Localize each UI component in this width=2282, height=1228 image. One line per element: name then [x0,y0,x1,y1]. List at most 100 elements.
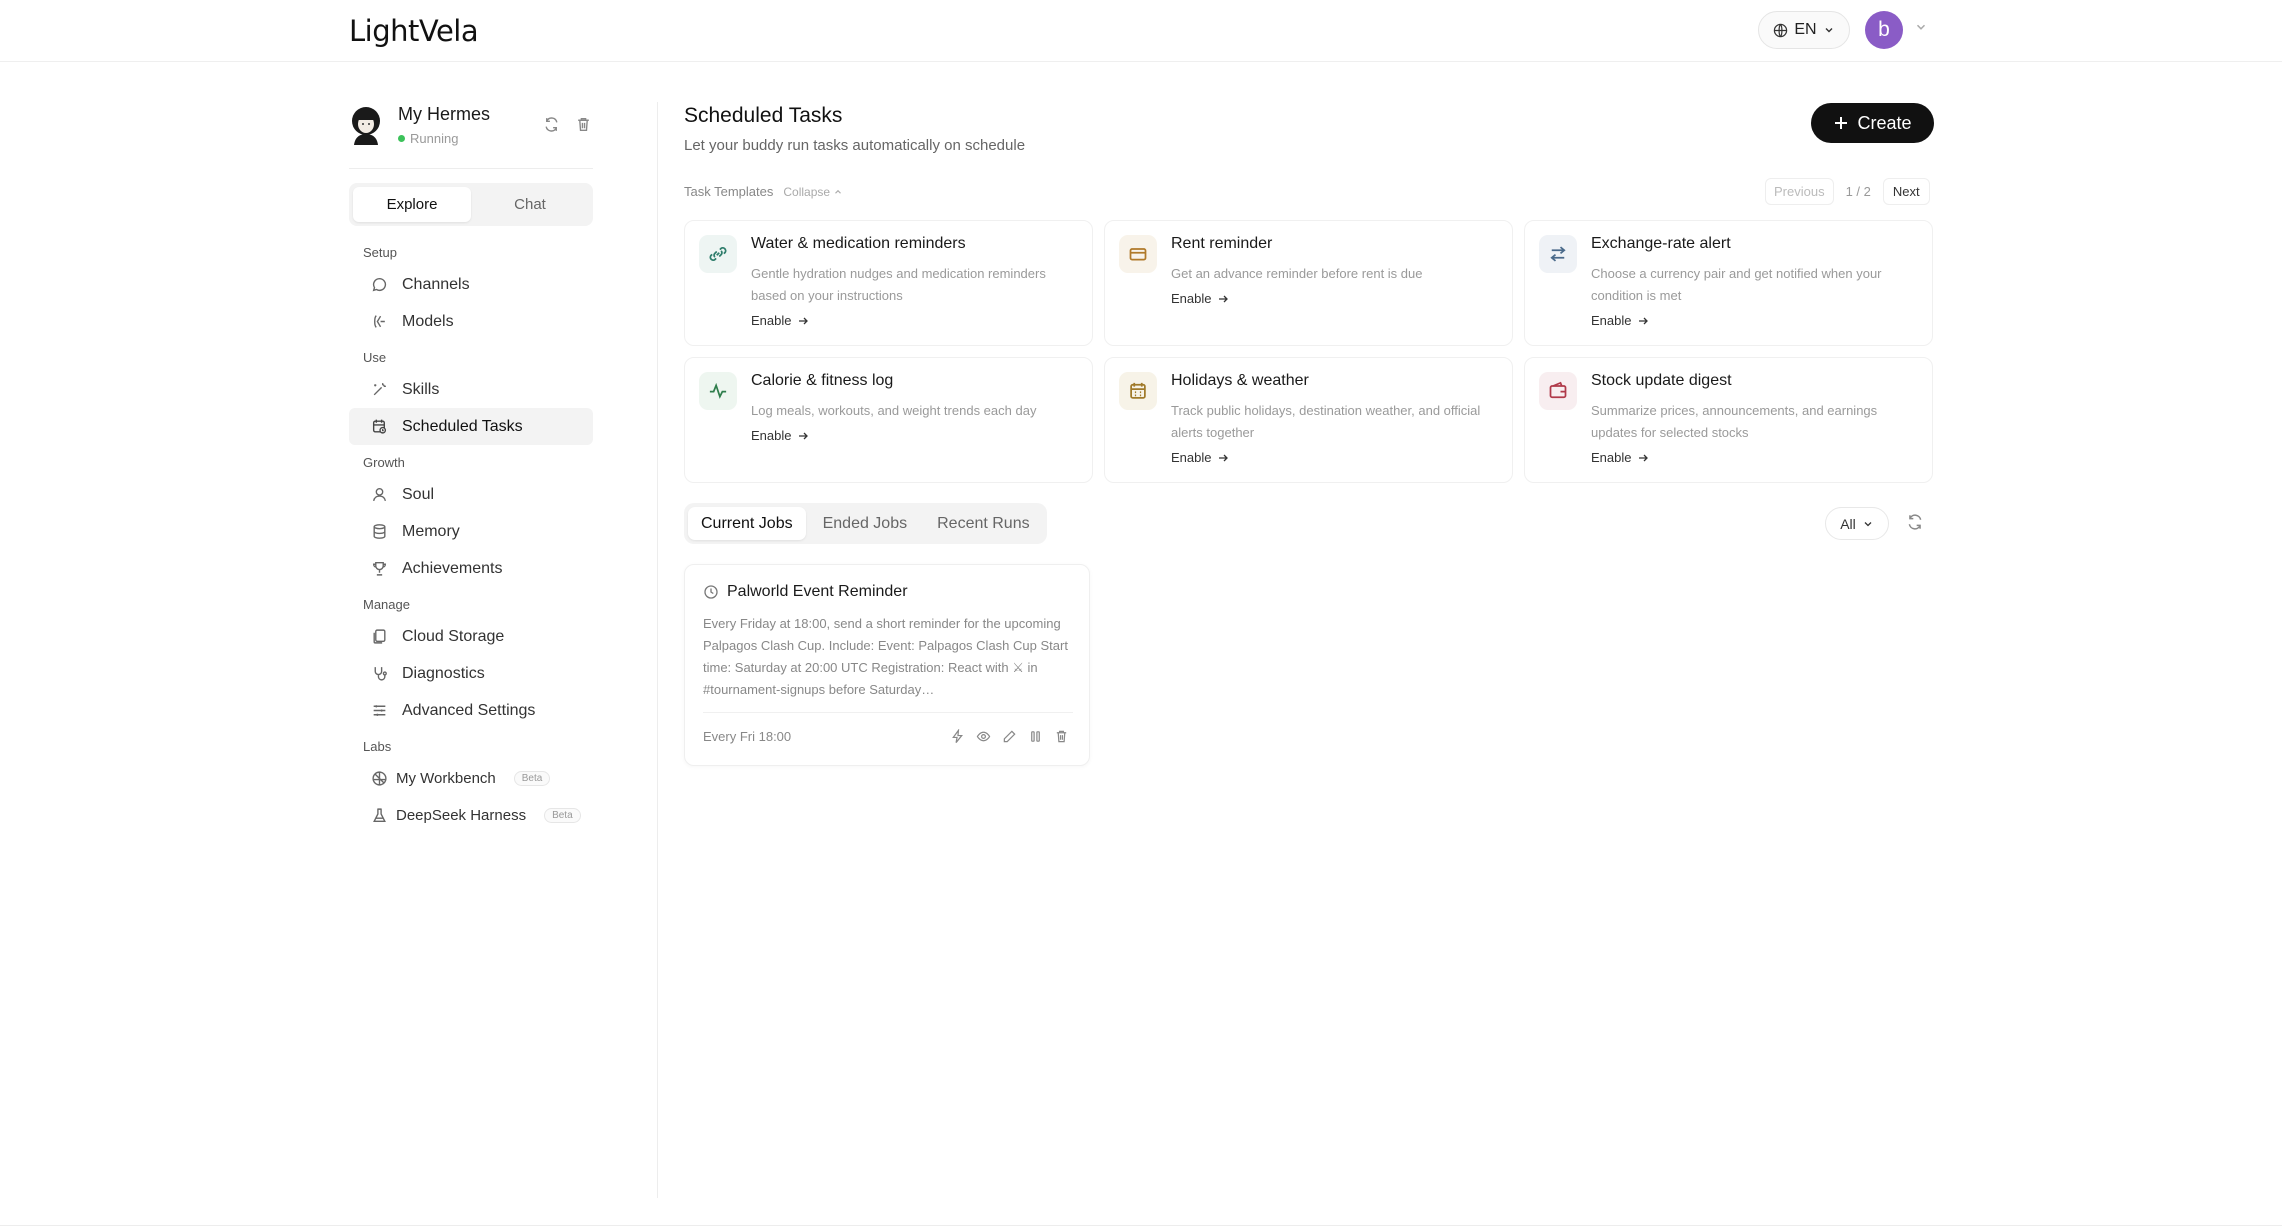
swap-icon [1539,235,1577,273]
flask-icon [371,807,388,824]
sidebar-item-models[interactable]: Models [349,303,593,340]
refresh-icon[interactable] [543,116,561,134]
tab-chat[interactable]: Chat [471,187,589,222]
edit-icon[interactable] [1002,729,1017,744]
sidebar-item-memory[interactable]: Memory [349,513,593,550]
sidebar-item-advanced-settings[interactable]: Advanced Settings [349,692,593,729]
agent-status: Running [398,131,458,146]
person-icon [371,486,388,503]
link-icon [699,235,737,273]
job-tabs: Current Jobs Ended Jobs Recent Runs [684,503,1047,544]
nav-section-manage: Manage [363,597,410,612]
status-filter[interactable]: All [1825,507,1889,540]
chevron-down-icon [1862,518,1874,530]
beta-badge: Beta [544,808,581,823]
user-avatar[interactable]: b [1865,11,1903,49]
sidebar-item-soul[interactable]: Soul [349,476,593,513]
template-card[interactable]: Rent reminder Get an advance reminder be… [1104,220,1513,346]
collapse-toggle[interactable]: Collapse [783,185,843,199]
sidebar-item-label: Achievements [402,559,503,577]
template-title: Water & medication reminders [751,235,966,252]
agent-header: My Hermes Running [349,100,593,156]
arrow-right-icon [1637,315,1649,327]
top-bar: LightVela EN b [0,0,2282,62]
sidebar-item-label: My Workbench [396,770,496,787]
enable-link[interactable]: Enable [1591,313,1649,328]
sidebar-item-achievements[interactable]: Achievements [349,550,593,587]
template-description: Track public holidays, destination weath… [1171,403,1481,440]
logo[interactable]: LightVela [349,14,479,48]
database-icon [371,523,388,540]
template-card[interactable]: Holidays & weather Track public holidays… [1104,357,1513,483]
enable-label: Enable [1171,291,1212,306]
enable-link[interactable]: Enable [1171,450,1229,465]
chevron-up-icon [833,187,843,197]
eye-icon[interactable] [976,729,991,744]
template-description: Gentle hydration nudges and medication r… [751,266,1046,303]
tab-current-jobs[interactable]: Current Jobs [688,507,806,540]
trophy-icon [371,560,388,577]
refresh-icon[interactable] [1906,513,1926,533]
chevron-down-icon [1823,24,1835,36]
templates-label: Task Templates [684,184,774,199]
template-card[interactable]: Water & medication reminders Gentle hydr… [684,220,1093,346]
sidebar-item-scheduled-tasks[interactable]: Scheduled Tasks [349,408,593,445]
enable-label: Enable [1591,313,1632,328]
previous-button[interactable]: Previous [1765,178,1834,205]
page-count: 1 / 2 [1845,184,1871,199]
templates-header: Task Templates Collapse [684,184,843,199]
sidebar-item-cloud-storage[interactable]: Cloud Storage [349,618,593,655]
next-button[interactable]: Next [1882,178,1930,205]
sidebar-item-label: Skills [402,380,440,398]
tab-ended-jobs[interactable]: Ended Jobs [810,507,921,540]
enable-link[interactable]: Enable [751,428,809,443]
pause-icon[interactable] [1028,729,1043,744]
template-description: Summarize prices, announcements, and ear… [1591,403,1878,440]
calendar-icon [1119,372,1157,410]
template-title: Holidays & weather [1171,372,1309,389]
sidebar-item-diagnostics[interactable]: Diagnostics [349,655,593,692]
sidebar-item-label: Diagnostics [402,664,485,682]
enable-link[interactable]: Enable [1591,450,1649,465]
template-card[interactable]: Calorie & fitness log Log meals, workout… [684,357,1093,483]
arrow-right-icon [797,430,809,442]
nav-section-labs: Labs [363,739,392,754]
template-title: Rent reminder [1171,235,1273,252]
model-icon [371,313,388,330]
template-title: Calorie & fitness log [751,372,894,389]
job-divider [703,712,1073,713]
create-button[interactable]: Create [1811,103,1934,143]
sidebar-item-channels[interactable]: Channels [349,266,593,303]
job-title-row: Palworld Event Reminder [703,583,908,601]
tab-explore[interactable]: Explore [353,187,471,222]
template-description: Get an advance reminder before rent is d… [1171,266,1423,281]
job-description: Every Friday at 18:00, send a short remi… [703,616,1068,697]
run-now-icon[interactable] [950,729,965,744]
sidebar-item-label: Channels [402,275,470,293]
arrow-right-icon [797,315,809,327]
tab-recent-runs[interactable]: Recent Runs [924,507,1043,540]
job-title: Palworld Event Reminder [727,583,908,600]
enable-link[interactable]: Enable [1171,291,1229,306]
user-menu-chevron-icon[interactable] [1914,20,1928,34]
sidebar-item-deepseek-harness[interactable]: DeepSeek Harness Beta [349,797,593,834]
language-selector[interactable]: EN [1758,11,1850,49]
sidebar-separator [657,102,658,1198]
sidebar-item-skills[interactable]: Skills [349,371,593,408]
clock-icon [703,584,719,600]
magic-wand-icon [371,381,388,398]
filter-label: All [1840,515,1856,532]
agent-name: My Hermes [398,104,491,124]
template-card[interactable]: Exchange-rate alert Choose a currency pa… [1524,220,1933,346]
job-card[interactable]: Palworld Event Reminder Every Friday at … [684,564,1090,766]
nav-section-setup: Setup [363,245,397,260]
trash-icon[interactable] [1054,729,1069,744]
enable-link[interactable]: Enable [751,313,809,328]
arrow-right-icon [1637,452,1649,464]
sidebar-nav: Setup Channels Models Use Skills Schedul… [349,240,593,834]
agent-avatar [349,105,383,145]
template-card[interactable]: Stock update digest Summarize prices, an… [1524,357,1933,483]
trash-icon[interactable] [575,116,593,134]
beta-badge: Beta [513,771,551,786]
sidebar-item-my-workbench[interactable]: My Workbench Beta [349,760,593,797]
